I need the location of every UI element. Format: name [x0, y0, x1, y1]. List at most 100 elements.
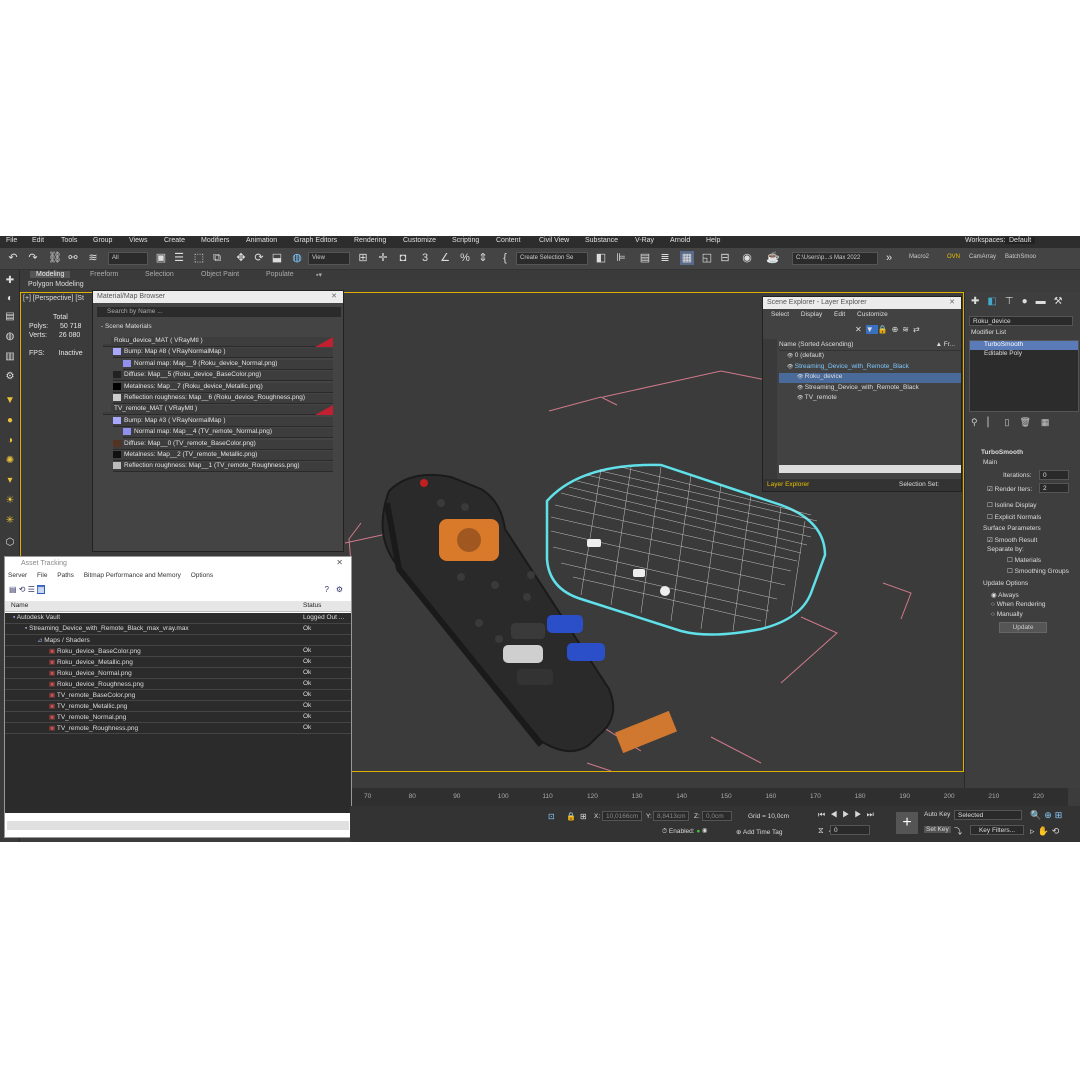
utilities-panel-icon[interactable]: ⚒	[1054, 296, 1071, 307]
close-icon[interactable]: ✕	[949, 298, 955, 306]
camarray-button[interactable]: CamArray	[966, 252, 1002, 265]
menu-edit[interactable]: Edit	[32, 237, 44, 244]
hierarchy-icon[interactable]: ▤	[3, 310, 17, 324]
scene-explorer-icon[interactable]: ▤	[638, 251, 652, 265]
lock-icon[interactable]: 🔒	[878, 325, 892, 334]
show-end-result-icon[interactable]: ▏	[988, 417, 1005, 427]
display-panel-icon[interactable]: ▬	[1036, 296, 1054, 307]
freeze-header[interactable]: ▲ Fr...	[936, 341, 955, 348]
make-unique-icon[interactable]: ▯	[1005, 417, 1020, 427]
motion-panel-icon[interactable]: ●	[1022, 296, 1036, 307]
scene-tree-item[interactable]: 👁 Streaming_Device_with_Remote_Black	[779, 384, 961, 394]
smoothing-groups-checkbox[interactable]: ☐ Smoothing Groups	[1007, 567, 1069, 575]
redo-icon[interactable]: ↷	[26, 251, 40, 265]
play-icon[interactable]: ▶	[842, 810, 854, 819]
select-by-name-icon[interactable]: ☰	[172, 251, 186, 265]
modify-panel-icon[interactable]: ◧	[987, 296, 1004, 307]
undo-icon[interactable]: ↶	[6, 251, 20, 265]
table-row[interactable]: ▣ Roku_device_Roughness.png Ok	[5, 679, 351, 690]
scene-tree-item[interactable]: 👁 Roku_device	[779, 373, 961, 383]
previous-frame-icon[interactable]: ◀	[830, 810, 842, 819]
material-item[interactable]: Roku_device_MAT ( VRayMtl )	[103, 337, 333, 347]
menu-views[interactable]: Views	[129, 237, 148, 244]
absolute-mode-icon[interactable]: ⊞	[580, 812, 587, 821]
table-row[interactable]: ▣ TV_remote_Normal.png Ok	[5, 712, 351, 723]
rotate-icon[interactable]: ⟳	[252, 251, 266, 265]
asset-menu-server[interactable]: Server	[8, 572, 27, 579]
visibility-eye-icon[interactable]: 👁	[779, 353, 795, 359]
bind-spacewarp-icon[interactable]: ≋	[86, 251, 100, 265]
field-of-view-icon[interactable]: ▹	[1030, 826, 1038, 836]
mirror-icon[interactable]: ◧	[594, 251, 608, 265]
turbosmooth-rollout-title[interactable]: TurboSmooth	[981, 449, 1023, 456]
unlink-icon[interactable]: ⚯	[66, 251, 80, 265]
column-name[interactable]: Name	[11, 602, 28, 609]
menu-file[interactable]: File	[6, 237, 17, 244]
object-name-field[interactable]: Roku_device	[969, 316, 1073, 326]
menu-help[interactable]: Help	[706, 237, 720, 244]
visibility-eye-icon[interactable]: 👁	[779, 395, 805, 401]
menu-civil-view[interactable]: Civil View	[539, 237, 569, 244]
sort-by-name-header[interactable]: Name (Sorted Ascending)	[779, 341, 853, 348]
scene-menu-edit[interactable]: Edit	[834, 311, 845, 318]
scale-icon[interactable]: ⬓	[270, 251, 284, 265]
utilities-icon[interactable]: ⚙	[3, 370, 17, 384]
menu-rendering[interactable]: Rendering	[354, 237, 386, 244]
tab-selection[interactable]: Selection	[145, 271, 174, 278]
remove-modifier-icon[interactable]: 🗑	[1019, 417, 1040, 427]
map-item[interactable]: Diffuse: Map__0 (TV_remote_BaseColor.png…	[113, 439, 333, 450]
edit-named-selection-icon[interactable]: {	[498, 251, 512, 265]
close-filter-icon[interactable]: ✕	[855, 325, 866, 334]
isolate-icon[interactable]: ⊡	[548, 812, 555, 821]
hierarchy-panel-icon[interactable]: ⊤	[1005, 296, 1022, 307]
map-item[interactable]: Reflection roughness: Map__1 (TV_remote_…	[113, 462, 333, 473]
macro2-button[interactable]: Macro2	[906, 252, 940, 265]
sphere-light-icon[interactable]: ●	[3, 414, 17, 428]
asset-menu-options[interactable]: Options	[191, 572, 213, 579]
tab-modeling[interactable]: Modeling	[30, 271, 71, 278]
menu-create[interactable]: Create	[164, 237, 185, 244]
table-row[interactable]: ▣ TV_remote_Roughness.png Ok	[5, 723, 351, 734]
table-row[interactable]: ▪ Streaming_Device_with_Remote_Black_max…	[5, 624, 351, 635]
modifier-list-dropdown[interactable]: Modifier List	[971, 329, 1006, 336]
table-row[interactable]: ▣ TV_remote_BaseColor.png Ok	[5, 690, 351, 701]
menu-customize[interactable]: Customize	[403, 237, 436, 244]
material-editor-icon[interactable]: ◉	[740, 251, 754, 265]
batchsmoo-button[interactable]: BatchSmoo	[1002, 252, 1042, 265]
selection-filter-dropdown[interactable]: All	[108, 252, 148, 265]
map-item[interactable]: Diffuse: Map__5 (Roku_device_BaseColor.p…	[113, 371, 333, 382]
tab-object-paint[interactable]: Object Paint	[201, 271, 239, 278]
table-row[interactable]: ▣ Roku_device_BaseColor.png Ok	[5, 646, 351, 657]
ribbon-options-icon[interactable]: ▪▾	[316, 271, 322, 279]
settings-icon[interactable]: ⚙	[336, 585, 343, 594]
move-icon[interactable]: ✥	[234, 251, 248, 265]
angle-snap-icon[interactable]: ∠	[438, 251, 452, 265]
visibility-eye-icon[interactable]: 👁	[779, 385, 805, 391]
key-tangent-icon[interactable]: ⤵	[954, 826, 962, 837]
tab-freeform[interactable]: Freeform	[90, 271, 118, 278]
auto-key-button[interactable]: Auto Key	[924, 811, 950, 818]
scene-menu-customize[interactable]: Customize	[857, 311, 888, 318]
named-selection-sets-dropdown[interactable]: Create Selection Se	[516, 252, 588, 265]
manually-radio[interactable]: ○ Manually	[991, 611, 1023, 618]
z-coordinate-field[interactable]: 0,0cm	[702, 811, 732, 821]
iterations-spinner[interactable]: 0	[1039, 470, 1069, 480]
layer-explorer-icon[interactable]: ≣	[658, 251, 672, 265]
table-view-icon[interactable]: ▦	[37, 585, 45, 594]
light-icon[interactable]: ▼	[3, 394, 17, 408]
map-item[interactable]: Reflection roughness: Map__6 (Roku_devic…	[113, 394, 333, 404]
menu-graph-editors[interactable]: Graph Editors	[294, 237, 337, 244]
scene-materials-header[interactable]: - Scene Materials	[101, 323, 152, 330]
menu-tools[interactable]: Tools	[61, 237, 77, 244]
asset-menu-file[interactable]: File	[37, 572, 47, 579]
map-item[interactable]: Normal map: Map__4 (TV_remote_Normal.png…	[123, 428, 333, 439]
curve-editor-icon[interactable]: ◱	[700, 251, 714, 265]
asset-scrollbar[interactable]	[7, 821, 349, 830]
ribbon-polygon-modeling[interactable]: Polygon Modeling	[28, 281, 84, 288]
sun-icon[interactable]: ☀	[3, 494, 17, 508]
x-coordinate-field[interactable]: 10,0166cm	[602, 811, 642, 821]
column-status[interactable]: Status	[303, 602, 321, 609]
menu-arnold[interactable]: Arnold	[670, 237, 690, 244]
ribbon-toggle-icon[interactable]: ▦	[680, 251, 694, 265]
refresh-icon[interactable]: ⟲	[19, 585, 26, 594]
